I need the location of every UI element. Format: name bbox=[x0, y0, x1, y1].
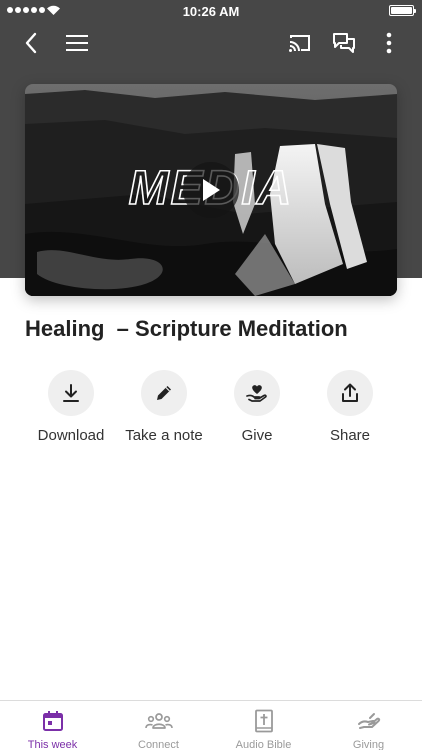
tab-this-week-label: This week bbox=[27, 739, 78, 750]
download-label: Download bbox=[37, 427, 105, 444]
chevron-left-icon bbox=[25, 32, 37, 54]
tab-audio-bible-label: Audio Bible bbox=[235, 739, 292, 750]
download-icon bbox=[63, 384, 79, 402]
share-icon bbox=[342, 383, 358, 402]
chat-button[interactable] bbox=[327, 26, 361, 60]
share-button[interactable] bbox=[327, 370, 373, 416]
play-button[interactable] bbox=[183, 162, 239, 218]
hamburger-menu-icon bbox=[66, 35, 88, 51]
back-button[interactable] bbox=[14, 26, 48, 60]
vertical-dots-icon bbox=[386, 32, 392, 54]
give-button[interactable] bbox=[234, 370, 280, 416]
battery-icon bbox=[389, 5, 416, 16]
bible-icon bbox=[254, 709, 273, 733]
heart-hand-icon bbox=[246, 385, 267, 402]
tab-giving-label: Giving bbox=[352, 739, 385, 750]
take-note-button[interactable] bbox=[141, 370, 187, 416]
media-thumbnail[interactable]: MEDIA bbox=[25, 84, 397, 296]
download-button[interactable] bbox=[48, 370, 94, 416]
giving-hand-icon bbox=[357, 713, 380, 729]
status-bar: 10:26 AM bbox=[0, 0, 422, 22]
cast-icon bbox=[289, 35, 310, 52]
pencil-icon bbox=[157, 386, 171, 400]
people-icon bbox=[144, 713, 173, 729]
menu-button[interactable] bbox=[60, 26, 94, 60]
tab-connect[interactable]: Connect bbox=[106, 701, 211, 750]
chat-bubbles-icon bbox=[333, 33, 355, 53]
tab-audio-bible[interactable]: Audio Bible bbox=[211, 701, 316, 750]
give-label: Give bbox=[241, 427, 273, 444]
tab-giving[interactable]: Giving bbox=[316, 701, 421, 750]
calendar-icon bbox=[42, 711, 63, 731]
bottom-tab-bar: This week Connect Audio Bible Giving bbox=[0, 700, 422, 750]
status-time: 10:26 AM bbox=[182, 4, 240, 19]
tab-connect-label: Connect bbox=[138, 739, 179, 750]
cast-button[interactable] bbox=[283, 26, 317, 60]
more-options-button[interactable] bbox=[372, 26, 406, 60]
take-note-label: Take a note bbox=[125, 427, 203, 444]
share-action[interactable]: Share bbox=[295, 370, 405, 444]
page-title: Healing – Scripture Meditation bbox=[25, 316, 348, 341]
play-icon bbox=[203, 179, 220, 201]
share-label: Share bbox=[329, 427, 371, 444]
tab-this-week[interactable]: This week bbox=[0, 701, 105, 750]
